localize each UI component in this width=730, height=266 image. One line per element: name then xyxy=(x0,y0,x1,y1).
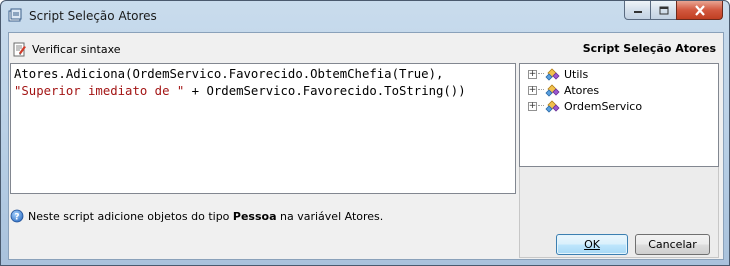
ok-button[interactable]: OK xyxy=(556,234,628,255)
tree-item-atores[interactable]: + Atores xyxy=(528,82,599,98)
script-editor[interactable]: Atores.Adiciona(OrdemServico.Favorecido.… xyxy=(10,63,516,194)
verify-syntax-label: Verificar sintaxe xyxy=(32,42,121,56)
object-tree[interactable]: + Utils + Atores + OrdemServico xyxy=(519,63,719,167)
maximize-icon xyxy=(659,6,668,14)
minimize-button[interactable] xyxy=(624,1,651,20)
info-text-type: Pessoa xyxy=(232,209,277,223)
object-icon xyxy=(545,100,560,113)
expand-icon[interactable]: + xyxy=(528,85,537,95)
close-icon xyxy=(694,4,705,16)
tree-item-label: Atores xyxy=(564,83,600,97)
expand-icon[interactable]: + xyxy=(528,69,537,79)
object-icon xyxy=(545,68,560,81)
app-icon xyxy=(8,8,22,22)
verify-syntax-icon xyxy=(13,42,26,56)
panel-title: Script Seleção Atores xyxy=(582,42,716,55)
window-title: Script Seleção Atores xyxy=(29,9,157,23)
title-bar[interactable]: Script Seleção Atores xyxy=(1,1,729,31)
maximize-button[interactable] xyxy=(650,1,677,20)
info-bar: ? Neste script adicione objetos do tipo … xyxy=(10,202,516,230)
verify-syntax-button[interactable]: Verificar sintaxe xyxy=(13,41,121,57)
tree-connector xyxy=(538,105,544,107)
minimize-icon xyxy=(633,11,642,13)
cancel-button[interactable]: Cancelar xyxy=(635,234,710,255)
svg-text:?: ? xyxy=(14,213,19,223)
tree-item-label: Utils xyxy=(564,67,589,81)
expand-icon[interactable]: + xyxy=(528,101,537,111)
close-button[interactable] xyxy=(676,1,723,20)
info-text: Neste script adicione objetos do tipo Pe… xyxy=(28,210,383,223)
ok-button-label: OK xyxy=(584,238,600,251)
info-text-after: na variável Atores. xyxy=(276,209,384,223)
cancel-button-label: Cancelar xyxy=(648,238,697,251)
tree-connector xyxy=(538,89,544,91)
dialog-window: Script Seleção Atores Verificar sintaxe … xyxy=(0,0,730,266)
object-icon xyxy=(545,84,560,97)
tree-connector xyxy=(538,73,544,75)
editor-line-1: Atores.Adiciona(OrdemServico.Favorecido.… xyxy=(14,67,444,81)
help-icon: ? xyxy=(10,209,24,223)
editor-line-2-string: "Superior imediato de " xyxy=(14,84,185,98)
dialog-client-area: Verificar sintaxe Script Seleção Atores … xyxy=(8,32,724,260)
tree-item-utils[interactable]: + Utils xyxy=(528,66,588,82)
tree-item-label: OrdemServico xyxy=(564,99,643,113)
editor-line-2-rest: + OrdemServico.Favorecido.ToString()) xyxy=(184,84,466,98)
info-text-before: Neste script adicione objetos do tipo xyxy=(28,209,233,223)
tree-item-ordemservico[interactable]: + OrdemServico xyxy=(528,98,642,114)
